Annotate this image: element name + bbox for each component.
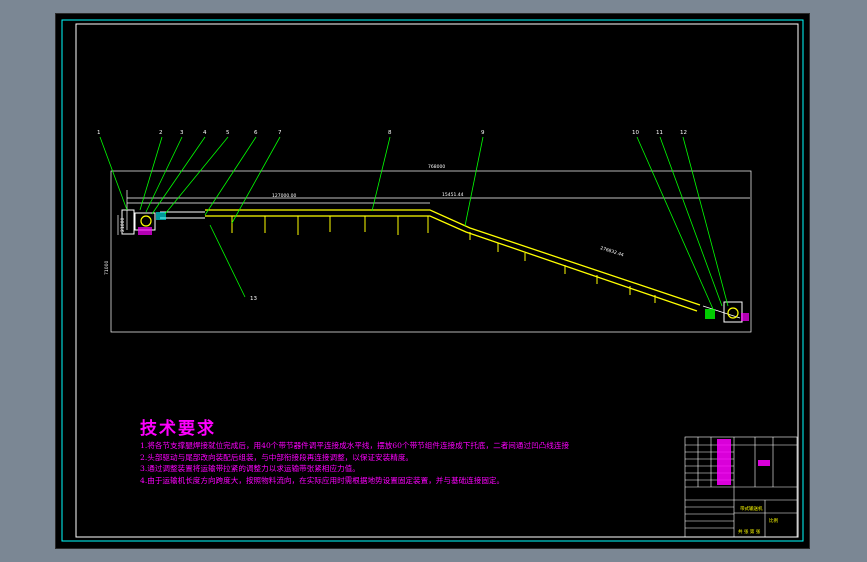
callout-4: 4 (203, 130, 207, 136)
dim-incline-length: 276832.44 (599, 245, 624, 258)
tech-requirements-title: 技术要求 (140, 419, 216, 439)
dim-horizontal: 127000.00 (272, 193, 296, 199)
tech-requirement-item: 4.由于运输机长度方向跨度大，按照物料流向，在实际应用时需根据地势设置固定装置，… (140, 475, 505, 485)
dim-incline-start: 15451.44 (442, 192, 464, 198)
callout-6: 6 (254, 130, 258, 136)
tech-requirement-item: 2.头部驱动与尾部改向装配后组装，与中部衔接段再连接调整，以保证安装精度。 (140, 452, 414, 462)
title-block-title: 带式输送机 (740, 505, 763, 512)
callout-8: 8 (388, 130, 392, 136)
title-block-scale: 比例 (769, 517, 778, 524)
title-block-marks (717, 439, 770, 485)
callout-1: 1 (97, 130, 101, 136)
callout-11: 11 (656, 130, 663, 136)
title-block (684, 436, 798, 538)
dimension-texts: 768000 127000.00 15451.44 276832.44 7100… (104, 164, 625, 275)
callout-3: 3 (180, 130, 184, 136)
cad-viewport[interactable]: 1 2 3 4 5 6 7 8 9 10 11 12 13 768000 127… (0, 0, 867, 562)
callout-10: 10 (632, 130, 639, 136)
callout-9: 9 (481, 130, 485, 136)
tech-requirements-list: 1.将各节支撑腿焊接就位完成后，用40个带节器件调平连接成水平线，摆放60个带节… (140, 440, 569, 486)
head-drive-assembly (121, 209, 166, 235)
tech-requirement-item: 1.将各节支撑腿焊接就位完成后，用40个带节器件调平连接成水平线，摆放60个带节… (140, 441, 570, 450)
dimension-lines (110, 170, 752, 333)
callout-13: 13 (250, 296, 257, 302)
dim-total-length: 768000 (428, 164, 445, 170)
title-block-text: 带式输送机 比例 共 张 第 张 (738, 505, 778, 535)
dim-left-height: 21000 (120, 218, 126, 232)
callout-5: 5 (226, 130, 230, 136)
conveyor-frame-white (160, 211, 741, 319)
title-block-sheet: 共 张 第 张 (738, 528, 761, 535)
callout-2: 2 (159, 130, 163, 136)
conveyor-frame (205, 209, 701, 312)
callout-7: 7 (278, 130, 282, 136)
support-legs (231, 216, 656, 303)
callout-12: 12 (680, 130, 687, 136)
dim-height: 71000 (104, 261, 110, 275)
tech-requirement-item: 3.通过调整装置将运输带拉紧的调整力以求运输带张紧相应力值。 (140, 464, 360, 474)
